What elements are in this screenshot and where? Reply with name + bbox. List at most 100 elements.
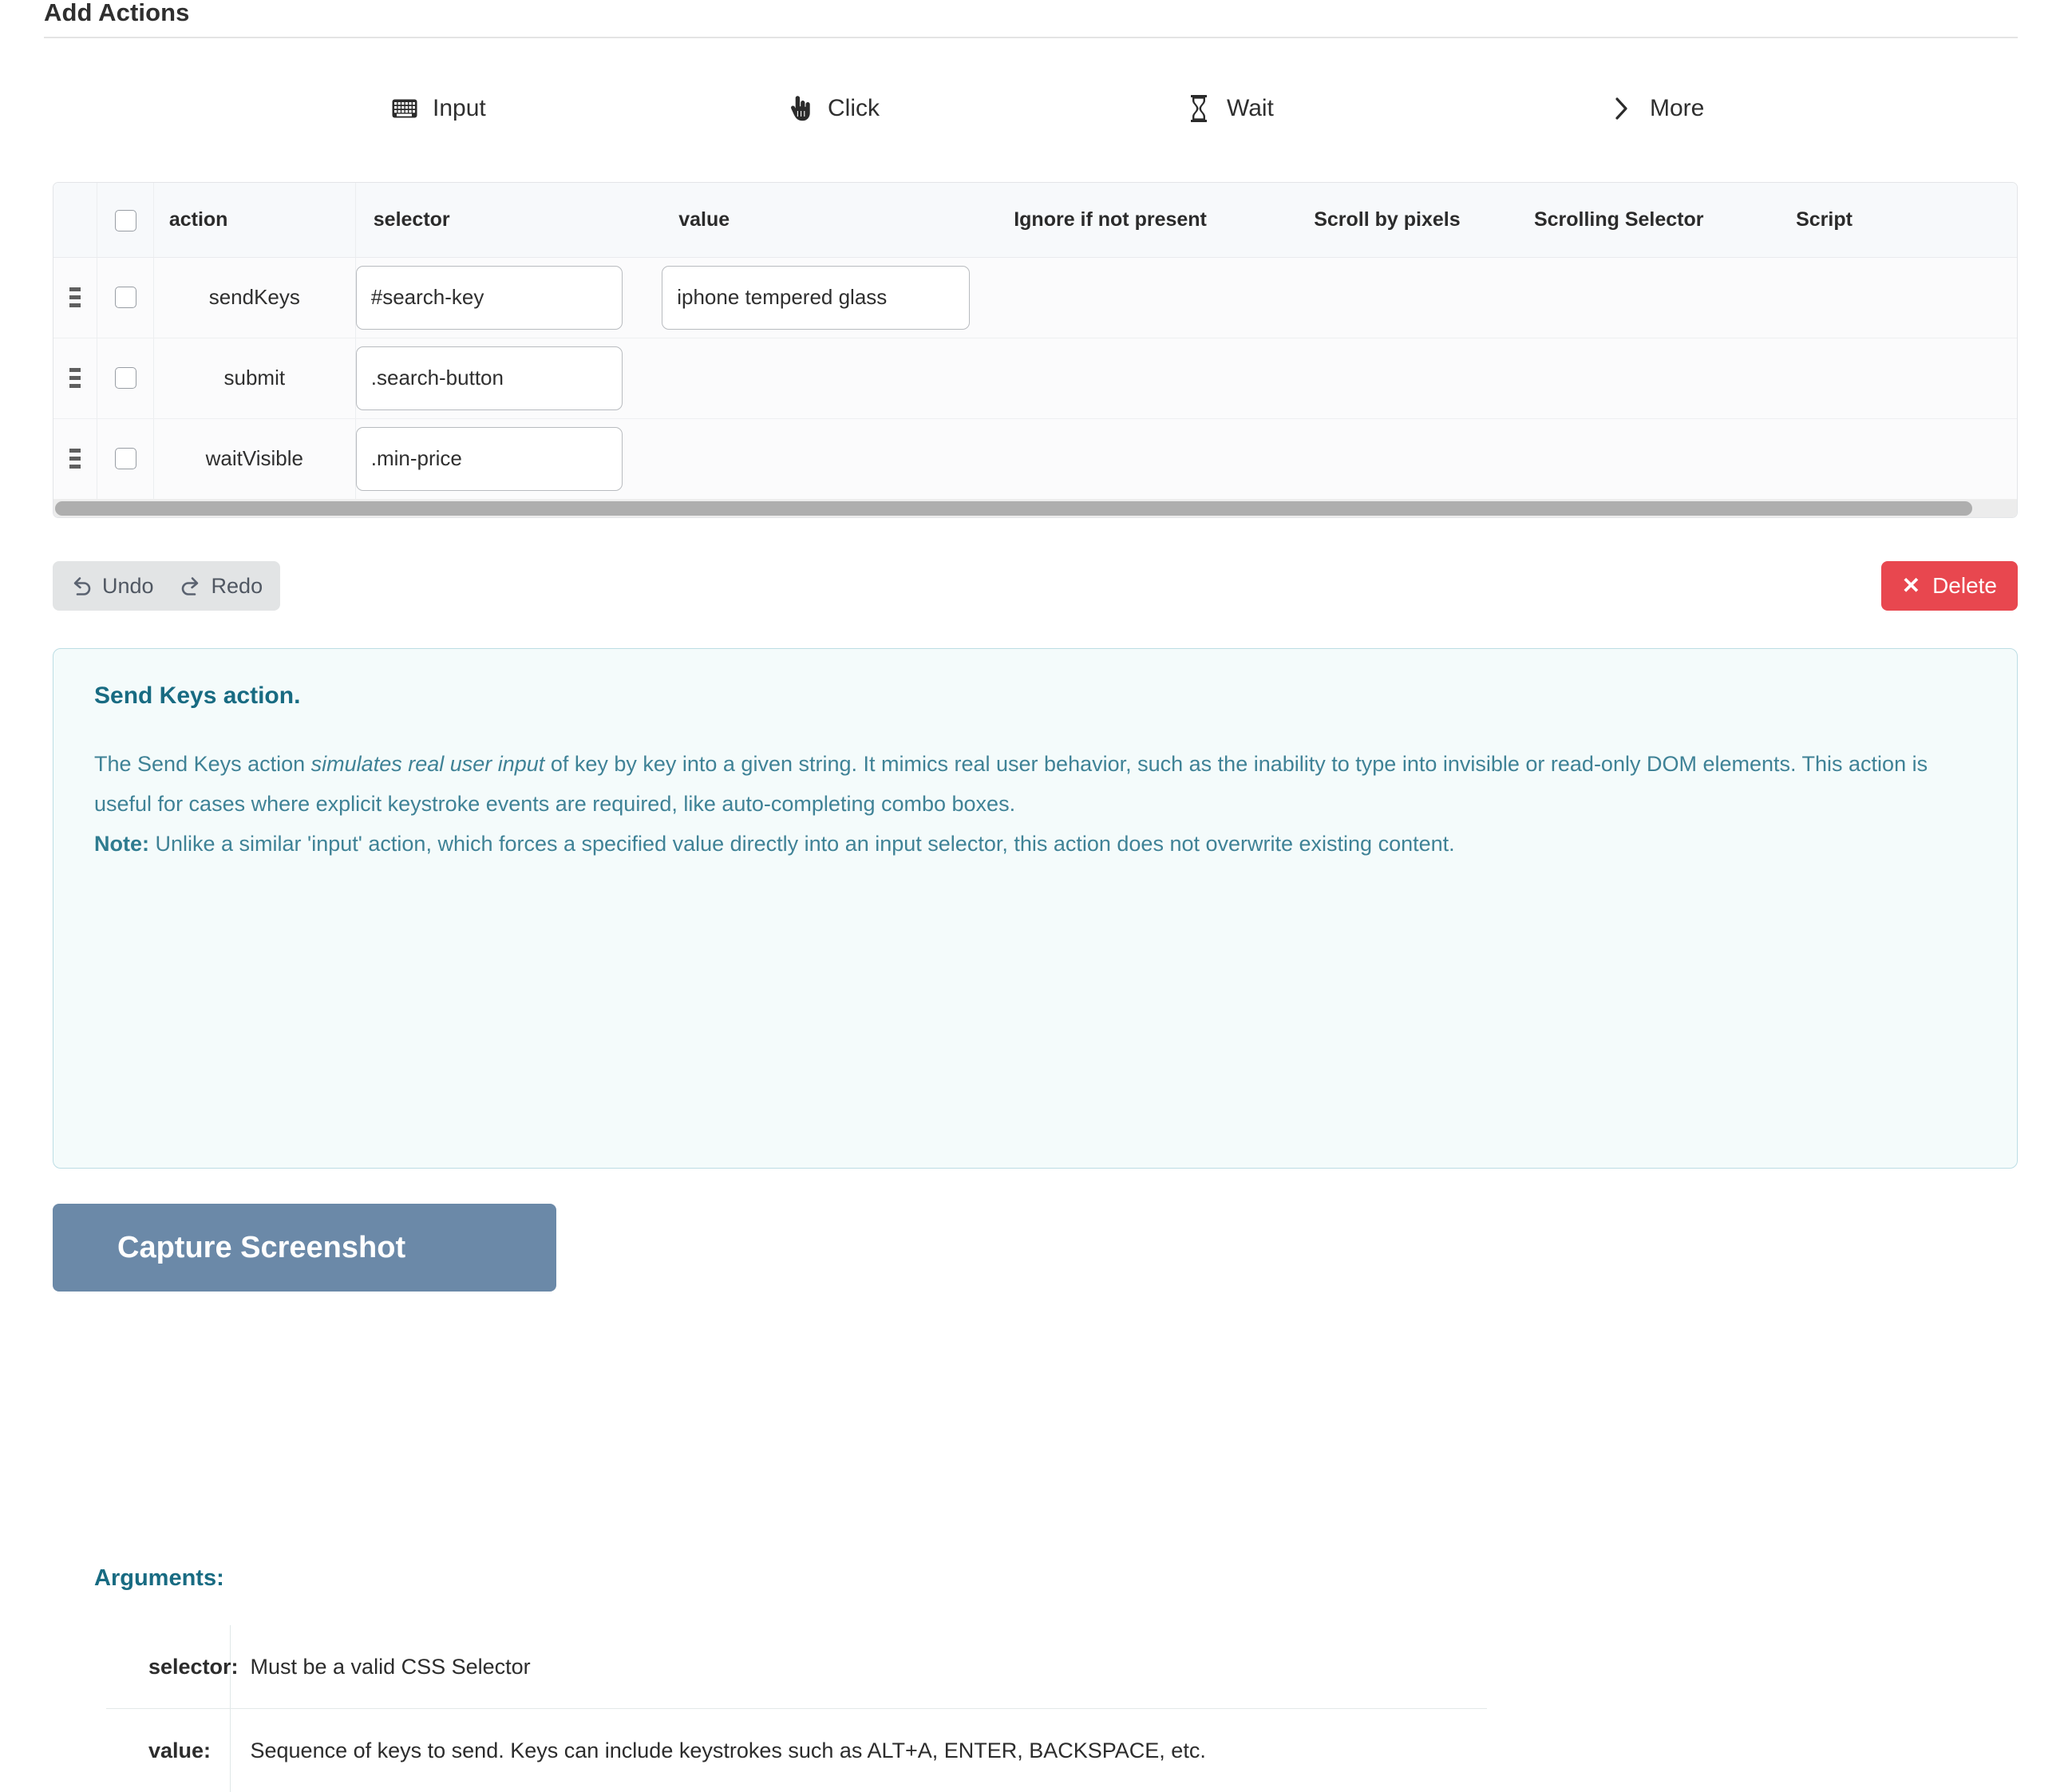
action-type-wait-label: Wait xyxy=(1227,95,1274,122)
th-action: action xyxy=(153,183,355,257)
help-description: The Send Keys action simulates real user… xyxy=(94,744,1978,864)
th-scroll-by-pixels: Scroll by pixels xyxy=(1307,183,1528,257)
grip-lines-icon xyxy=(69,287,81,307)
undo-arrow-icon xyxy=(70,575,93,597)
action-type-wait[interactable]: Wait xyxy=(1185,95,1274,122)
row-value-cell[interactable] xyxy=(662,418,1007,499)
grip-lines-icon xyxy=(69,449,81,469)
row-script-cell[interactable] xyxy=(1789,257,2017,338)
arguments-table: selector: Must be a valid CSS Selector v… xyxy=(106,1625,1487,1792)
th-ignore-if-not-present: Ignore if not present xyxy=(1007,183,1307,257)
th-value: value xyxy=(662,183,1007,257)
row-select-cell xyxy=(97,338,154,418)
help-title: Send Keys action. xyxy=(94,682,300,710)
keyboard-icon xyxy=(391,95,418,122)
argument-key: selector: xyxy=(106,1625,230,1709)
selector-input[interactable] xyxy=(356,346,623,410)
row-select-checkbox[interactable] xyxy=(115,287,136,308)
undo-button[interactable]: Undo xyxy=(70,574,154,599)
page-title: Add Actions xyxy=(44,0,2018,37)
argument-description: Must be a valid CSS Selector xyxy=(230,1625,1487,1709)
section-header: Add Actions xyxy=(44,0,2018,38)
row-selector-cell xyxy=(355,338,662,418)
th-script: Script xyxy=(1789,183,2017,257)
row-ignore-cell[interactable] xyxy=(1007,338,1307,418)
header-divider xyxy=(44,37,2018,38)
actions-table: action selector value Ignore if not pres… xyxy=(53,183,2017,499)
argument-row: value: Sequence of keys to send. Keys ca… xyxy=(106,1709,1487,1792)
select-all-checkbox[interactable] xyxy=(115,210,136,231)
selector-input[interactable] xyxy=(356,266,623,330)
table-row: waitVisible xyxy=(53,418,2017,499)
help-paragraph-emphasis: simulates real user input xyxy=(311,752,545,776)
row-drag-handle[interactable] xyxy=(53,257,97,338)
help-paragraph-lead: The Send Keys action xyxy=(94,752,311,776)
argument-key: value: xyxy=(106,1709,230,1792)
th-selector: selector xyxy=(355,183,662,257)
close-x-icon: ✕ xyxy=(1902,575,1920,597)
row-value-cell[interactable] xyxy=(662,338,1007,418)
row-selector-cell xyxy=(355,257,662,338)
redo-arrow-icon xyxy=(180,575,202,597)
row-scrolling-selector-cell[interactable] xyxy=(1528,257,1789,338)
row-action-name[interactable]: sendKeys xyxy=(153,257,355,338)
help-note-label: Note: xyxy=(94,832,149,856)
add-actions-page: Add Actions xyxy=(0,0,2072,1314)
action-type-click-label: Click xyxy=(828,95,880,122)
actions-table-head: action selector value Ignore if not pres… xyxy=(53,183,2017,257)
row-select-cell xyxy=(97,418,154,499)
row-ignore-cell[interactable] xyxy=(1007,418,1307,499)
row-action-name[interactable]: submit xyxy=(153,338,355,418)
row-drag-handle[interactable] xyxy=(53,338,97,418)
action-type-input[interactable]: Input xyxy=(391,95,486,122)
table-horizontal-scrollbar[interactable] xyxy=(53,499,2017,517)
help-note-text: Unlike a similar 'input' action, which f… xyxy=(149,832,1455,856)
row-script-cell[interactable] xyxy=(1789,418,2017,499)
row-ignore-cell[interactable] xyxy=(1007,257,1307,338)
th-drag-handle xyxy=(53,183,97,257)
action-type-input-label: Input xyxy=(433,95,486,122)
row-script-cell[interactable] xyxy=(1789,338,2017,418)
row-scrolling-selector-cell[interactable] xyxy=(1528,418,1789,499)
scrollbar-thumb[interactable] xyxy=(55,501,1972,516)
row-select-cell xyxy=(97,257,154,338)
row-select-checkbox[interactable] xyxy=(115,367,136,389)
row-select-checkbox[interactable] xyxy=(115,448,136,469)
selector-input[interactable] xyxy=(356,427,623,491)
delete-button[interactable]: ✕ Delete xyxy=(1881,561,2018,611)
row-scrolling-selector-cell[interactable] xyxy=(1528,338,1789,418)
action-type-bar: Input Click xyxy=(44,84,2018,133)
redo-button[interactable]: Redo xyxy=(180,574,263,599)
row-value-cell xyxy=(662,257,1007,338)
hourglass-icon xyxy=(1185,95,1212,122)
th-select-all xyxy=(97,183,154,257)
action-help-panel: Send Keys action. The Send Keys action s… xyxy=(53,648,2018,1169)
row-scroll-pixels-cell[interactable] xyxy=(1307,418,1528,499)
grip-lines-icon xyxy=(69,368,81,388)
argument-description: Sequence of keys to send. Keys can inclu… xyxy=(230,1709,1487,1792)
action-type-more[interactable]: More xyxy=(1608,95,1704,122)
row-drag-handle[interactable] xyxy=(53,418,97,499)
row-scroll-pixels-cell[interactable] xyxy=(1307,257,1528,338)
chevron-right-icon xyxy=(1608,95,1635,122)
capture-screenshot-button[interactable]: Capture Screenshot xyxy=(53,1204,556,1292)
table-row: submit xyxy=(53,338,2017,418)
undo-label: Undo xyxy=(102,574,154,599)
row-scroll-pixels-cell[interactable] xyxy=(1307,338,1528,418)
undo-redo-group: Undo Redo xyxy=(53,561,280,611)
table-toolbar: Undo Redo ✕ Delete xyxy=(53,561,2018,611)
action-type-click[interactable]: Click xyxy=(786,95,880,122)
th-scrolling-selector: Scrolling Selector xyxy=(1528,183,1789,257)
actions-table-container: action selector value Ignore if not pres… xyxy=(53,182,2018,518)
action-type-more-label: More xyxy=(1650,95,1704,122)
table-header-row: action selector value Ignore if not pres… xyxy=(53,183,2017,257)
arguments-title: Arguments: xyxy=(94,1565,224,1592)
redo-label: Redo xyxy=(212,574,263,599)
row-action-name[interactable]: waitVisible xyxy=(153,418,355,499)
actions-table-body: sendKeys xyxy=(53,257,2017,499)
argument-row: selector: Must be a valid CSS Selector xyxy=(106,1625,1487,1709)
hand-pointer-icon xyxy=(786,95,813,122)
row-selector-cell xyxy=(355,418,662,499)
delete-label: Delete xyxy=(1932,573,1997,599)
value-input[interactable] xyxy=(662,266,970,330)
